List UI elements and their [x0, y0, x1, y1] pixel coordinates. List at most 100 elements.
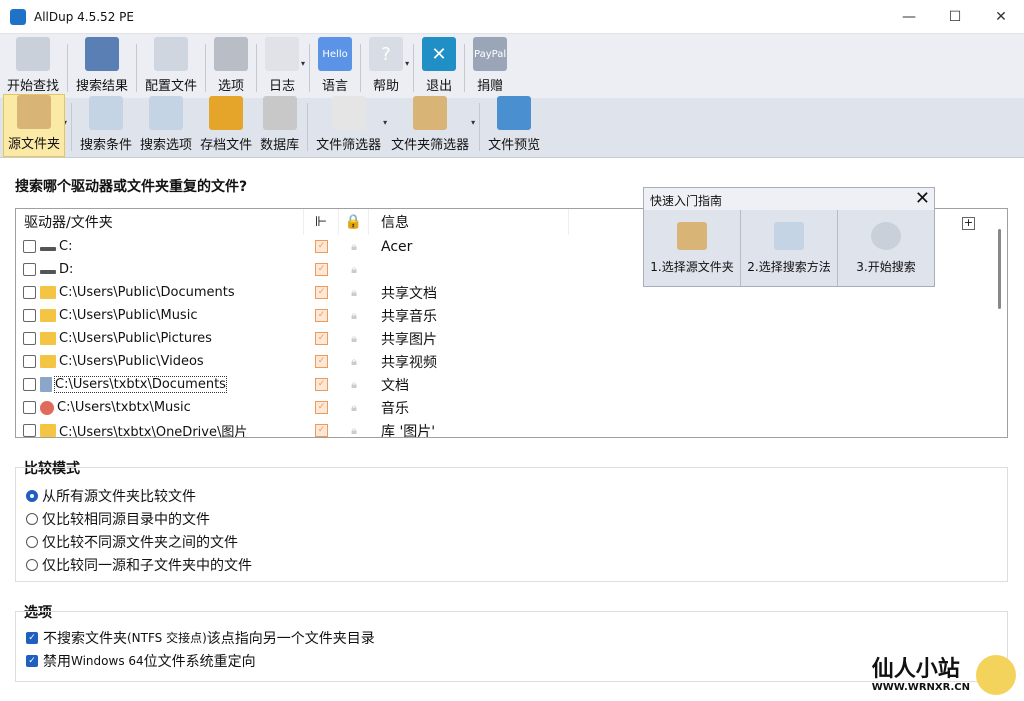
toolbar-button-save-results[interactable]: 搜索结果 [72, 37, 132, 98]
lock-icon[interactable]: 🔒︎ [339, 240, 369, 254]
lock-column-icon[interactable]: 🔒 [339, 209, 369, 235]
lock-icon[interactable]: 🔒︎ [339, 263, 369, 277]
app-icon [10, 8, 26, 25]
checkbox[interactable]: ✓ [26, 631, 38, 644]
music-icon [40, 400, 54, 415]
toolbar-button-source-folder[interactable]: 源文件夹 [3, 94, 66, 157]
minimize-button[interactable]: — [886, 9, 932, 25]
lock-icon[interactable]: 🔒︎ [339, 286, 369, 300]
page-heading: 搜索哪个驱动器或文件夹重复的文件? [15, 179, 248, 195]
toolbar-button-exit[interactable]: ✕ 退出 [418, 37, 460, 98]
option-checkbox-item[interactable]: ✓ 不搜索文件夹 (NTFS 交接点) 该点指向另一个文件夹目录 [16, 626, 1007, 649]
lock-icon[interactable]: 🔒︎ [339, 378, 369, 392]
include-subfolders-checkbox[interactable]: ✓ [315, 332, 328, 345]
include-subfolders-checkbox[interactable]: ✓ [315, 378, 328, 391]
toolbar-button-search-criteria[interactable]: 搜索条件 [76, 96, 136, 157]
toolbar-button-label: 存档文件 [200, 138, 253, 153]
toolbar-button-database[interactable]: 数据库 [256, 96, 303, 157]
row-checkbox[interactable] [23, 286, 36, 299]
database-icon [262, 96, 297, 130]
toolbar-button-log[interactable]: 日志 [261, 37, 303, 98]
compare-mode-option[interactable]: 从所有源文件夹比较文件 [16, 484, 1007, 507]
help-icon: ? [369, 37, 404, 71]
include-subfolders-checkbox[interactable]: ✓ [315, 286, 328, 299]
list-item[interactable]: C:\Users\txbtx\OneDrive\图片 ✓ 🔒︎ 库 '图片' [16, 419, 1007, 438]
toolbar-button-folder-filter[interactable]: 文件夹筛选器 [387, 96, 473, 157]
toolbar-button-help[interactable]: ? 帮助 [365, 37, 407, 98]
search-criteria-icon [89, 96, 124, 130]
lock-icon[interactable]: 🔒︎ [339, 401, 369, 415]
checkbox[interactable]: ✓ [26, 654, 38, 667]
option-label: 不搜索文件夹 [43, 630, 127, 647]
folder-icon [40, 355, 56, 368]
toolbar-button-label: 文件预览 [488, 138, 541, 153]
row-info: 共享视频 [381, 354, 437, 371]
toolbar-separator [464, 44, 466, 92]
include-subfolders-checkbox[interactable]: ✓ [315, 355, 328, 368]
column-header-path[interactable]: 驱动器/文件夹 [16, 209, 304, 235]
row-checkbox[interactable] [23, 424, 36, 437]
column-header-info[interactable]: 信息 [369, 209, 569, 235]
include-subfolders-checkbox[interactable]: ✓ [315, 401, 328, 414]
compare-mode-option[interactable]: 仅比较不同源文件夹之间的文件 [16, 530, 1007, 553]
radio-button[interactable] [26, 558, 38, 571]
list-item[interactable]: C:\Users\Public\Pictures ✓ 🔒︎ 共享图片 [16, 327, 1007, 350]
guide-step-method[interactable]: 2.选择搜索方法 [741, 210, 838, 286]
row-path: C:\Users\Public\Videos [59, 354, 204, 369]
row-checkbox[interactable] [23, 378, 36, 391]
list-item[interactable]: C:\Users\Public\Videos ✓ 🔒︎ 共享视频 [16, 350, 1007, 373]
include-subfolders-checkbox[interactable]: ✓ [315, 240, 328, 253]
radio-button[interactable] [26, 489, 38, 502]
lock-icon[interactable]: 🔒︎ [339, 309, 369, 323]
toolbar-button-options[interactable]: 选项 [210, 37, 252, 98]
main-toolbar: 开始查找 搜索结果 配置文件 选项 日志 ▾ Hello 语言? 帮助 ▾ ✕ 退出 PayPal 捐赠 [0, 34, 1024, 98]
subfolder-column-icon[interactable]: ⊩ [304, 209, 339, 235]
icon-text: PayPal [474, 48, 507, 60]
toolbar-separator [307, 103, 309, 151]
row-checkbox[interactable] [23, 332, 36, 345]
compare-mode-option[interactable]: 仅比较相同源目录中的文件 [16, 507, 1007, 530]
row-checkbox[interactable] [23, 263, 36, 276]
language-icon: Hello [318, 37, 353, 71]
scrollbar[interactable] [998, 229, 1001, 309]
expand-button[interactable]: + [962, 217, 975, 230]
toolbar-button-language[interactable]: Hello 语言 [314, 37, 356, 98]
option-checkbox-item[interactable]: ✓ 禁用 Windows 64 位文件系统重定向 [16, 649, 1007, 672]
source-toolbar: 源文件夹 ▾ 搜索条件 搜索选项 存档文件 数据库 文件筛选器 ▾ 文件夹筛选器 ▾ 文件预览 [0, 94, 1024, 158]
drive-icon [40, 269, 56, 274]
radio-button[interactable] [26, 535, 38, 548]
include-subfolders-checkbox[interactable]: ✓ [315, 263, 328, 276]
row-checkbox[interactable] [23, 240, 36, 253]
toolbar-button-config-file[interactable]: 配置文件 [141, 37, 201, 98]
row-checkbox[interactable] [23, 309, 36, 322]
option-label: 从所有源文件夹比较文件 [42, 488, 196, 505]
search-options-icon [149, 96, 184, 130]
guide-step-source[interactable]: 1.选择源文件夹 [644, 210, 741, 286]
mascot-logo [976, 655, 1016, 695]
list-item[interactable]: C:\Users\txbtx\Documents ✓ 🔒︎ 文档 [16, 373, 1007, 396]
radio-button[interactable] [26, 512, 38, 525]
toolbar-button-file-filter[interactable]: 文件筛选器 [312, 96, 385, 157]
lock-icon[interactable]: 🔒︎ [339, 355, 369, 369]
lock-icon[interactable]: 🔒︎ [339, 332, 369, 346]
guide-close-button[interactable]: ✕ [915, 188, 930, 209]
exit-icon: ✕ [422, 37, 457, 71]
lock-icon[interactable]: 🔒︎ [339, 424, 369, 438]
toolbar-button-label: 搜索选项 [140, 138, 193, 153]
maximize-button[interactable]: ☐ [932, 9, 978, 25]
toolbar-button-search-options[interactable]: 搜索选项 [136, 96, 196, 157]
include-subfolders-checkbox[interactable]: ✓ [315, 424, 328, 437]
compare-mode-option[interactable]: 仅比较同一源和子文件夹中的文件 [16, 553, 1007, 576]
guide-step-search[interactable]: 3.开始搜索 [838, 210, 934, 286]
toolbar-button-paypal[interactable]: PayPal 捐赠 [469, 37, 511, 98]
row-checkbox[interactable] [23, 355, 36, 368]
list-item[interactable]: C:\Users\txbtx\Music ✓ 🔒︎ 音乐 [16, 396, 1007, 419]
toolbar-button-magnifier[interactable]: 开始查找 [3, 37, 63, 98]
close-button[interactable]: ✕ [978, 9, 1024, 25]
toolbar-separator [309, 44, 311, 92]
toolbar-button-archive[interactable]: 存档文件 [196, 96, 256, 157]
row-checkbox[interactable] [23, 401, 36, 414]
include-subfolders-checkbox[interactable]: ✓ [315, 309, 328, 322]
list-item[interactable]: C:\Users\Public\Music ✓ 🔒︎ 共享音乐 [16, 304, 1007, 327]
toolbar-button-file-preview[interactable]: 文件预览 [484, 96, 544, 157]
